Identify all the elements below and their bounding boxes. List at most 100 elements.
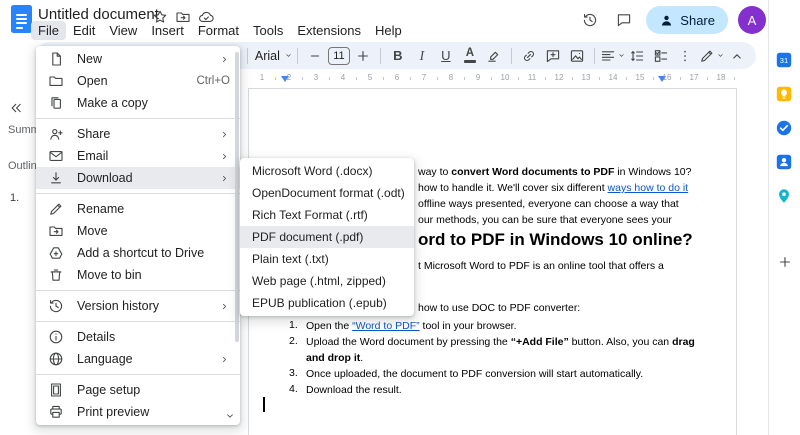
toolbar-divider — [246, 47, 248, 64]
ruler-tick — [572, 77, 573, 80]
contacts-button[interactable] — [775, 152, 795, 172]
file-menu-item-email[interactable]: Email — [36, 145, 240, 167]
doc-text: way to — [418, 166, 452, 178]
tasks-button[interactable] — [775, 118, 795, 138]
font-family-selector[interactable]: Arial — [254, 44, 291, 67]
ruler-tick — [518, 77, 519, 80]
more-options-button[interactable] — [674, 44, 696, 67]
menubar-item-edit[interactable]: Edit — [66, 21, 102, 40]
underline-button[interactable]: U — [435, 44, 457, 67]
ruler-number: 18 — [716, 73, 726, 82]
calendar-button[interactable]: 31 — [775, 50, 795, 70]
folder-icon — [49, 76, 63, 86]
file-menu-item-language[interactable]: Language — [36, 348, 240, 370]
insert-link-button[interactable] — [518, 44, 540, 67]
decrease-font-size-button[interactable] — [304, 44, 326, 67]
ruler-tick — [626, 77, 627, 80]
ruler-number: 15 — [635, 73, 645, 82]
download-option-plain-text-txt[interactable]: Plain text (.txt) — [240, 248, 414, 270]
menu-item-label: Page setup — [77, 383, 141, 397]
pencil-icon — [701, 50, 713, 62]
doc-link[interactable]: ways how to do it — [608, 182, 689, 194]
menu-item-label: Open — [77, 74, 108, 88]
version-history-button[interactable] — [578, 8, 602, 32]
menu-item-label: Share — [77, 127, 111, 141]
download-option-opendocument-format-odt[interactable]: OpenDocument format (.odt) — [240, 182, 414, 204]
menu-scroll-down-button[interactable] — [223, 409, 237, 423]
docs-logo[interactable] — [11, 5, 32, 33]
download-icon — [51, 172, 61, 184]
file-menu-item-move[interactable]: Move — [36, 220, 240, 242]
ruler-number: 10 — [500, 73, 510, 82]
maps-icon — [779, 189, 789, 203]
checklist-button[interactable] — [650, 44, 672, 67]
share-button[interactable]: Share — [646, 6, 728, 34]
email-icon — [49, 151, 63, 161]
doc-text-line: way to convert Word documents to PDF in … — [418, 165, 691, 179]
keep-button[interactable] — [775, 84, 795, 104]
menubar-item-format[interactable]: Format — [191, 21, 246, 40]
toolbar-divider — [379, 47, 381, 64]
doc-text: how to handle it. We'll cover six differ… — [418, 182, 608, 194]
file-menu-item-move-to-bin[interactable]: Move to bin — [36, 264, 240, 286]
account-avatar[interactable]: A — [738, 6, 766, 34]
file-menu-item-open[interactable]: Open Ctrl+O — [36, 70, 240, 92]
bold-button[interactable]: B — [387, 44, 409, 67]
menubar-item-tools[interactable]: Tools — [246, 21, 290, 40]
file-menu-item-rename[interactable]: Rename — [36, 198, 240, 220]
menubar-item-file[interactable]: File — [31, 21, 66, 40]
ruler-number: 1 — [259, 73, 265, 82]
menubar-item-help[interactable]: Help — [368, 21, 409, 40]
text-color-button[interactable]: A — [459, 44, 481, 67]
menubar-item-view[interactable]: View — [102, 21, 144, 40]
download-option-epub-publication-epub[interactable]: EPUB publication (.epub) — [240, 292, 414, 314]
collapse-outline-button[interactable] — [4, 96, 28, 120]
align-button[interactable] — [601, 44, 625, 67]
side-panel: 31 — [768, 0, 800, 435]
menubar-item-insert[interactable]: Insert — [144, 21, 191, 40]
maps-button[interactable] — [775, 186, 795, 206]
insert-image-button[interactable] — [566, 44, 588, 67]
ruler-number: 8 — [448, 73, 454, 82]
menu-item-label: Move to bin — [77, 268, 142, 282]
highlight-color-button[interactable] — [483, 44, 505, 67]
menu-scrollbar[interactable] — [235, 52, 239, 342]
file-menu-item-version-history[interactable]: Version history — [36, 295, 240, 317]
outline-item[interactable]: 1. — [10, 192, 19, 204]
doc-bold-text: drag — [672, 336, 695, 348]
print-icon — [50, 405, 62, 418]
font-size-input[interactable]: 11 — [327, 46, 350, 65]
doc-heading-line: ord to PDF in Windows 10 online? — [418, 229, 693, 251]
list-number: 4. — [289, 383, 298, 395]
file-menu-item-details[interactable]: Details — [36, 326, 240, 348]
menubar-item-extensions[interactable]: Extensions — [290, 21, 368, 40]
add-comment-button[interactable] — [542, 44, 564, 67]
get-add-ons-button[interactable] — [775, 252, 795, 272]
file-menu-item-download[interactable]: Download — [36, 167, 240, 189]
download-option-web-page-html-zipped[interactable]: Web page (.html, zipped) — [240, 270, 414, 292]
doc-bold-text: “+Add File” — [510, 336, 569, 348]
increase-font-size-button[interactable] — [352, 44, 374, 67]
editing-mode-button[interactable] — [700, 44, 724, 67]
ruler-tick — [491, 77, 492, 80]
info-icon — [49, 330, 63, 344]
file-menu-item-page-setup[interactable]: Page setup — [36, 379, 240, 401]
open-comments-button[interactable] — [612, 8, 636, 32]
menu-item-label: Version history — [77, 299, 159, 313]
person-fill-icon — [662, 15, 672, 25]
file-menu-item-make-a-copy[interactable]: Make a copy — [36, 92, 240, 114]
line-spacing-button[interactable] — [626, 44, 648, 67]
italic-button[interactable]: I — [411, 44, 433, 67]
download-option-pdf-document-pdf[interactable]: PDF document (.pdf) — [240, 226, 414, 248]
file-menu-item-add-a-shortcut-to-drive[interactable]: Add a shortcut to Drive — [36, 242, 240, 264]
download-option-microsoft-word-docx[interactable]: Microsoft Word (.docx) — [240, 160, 414, 182]
file-menu-item-new[interactable]: New — [36, 48, 240, 70]
file-menu-item-share[interactable]: Share — [36, 123, 240, 145]
history-icon — [49, 299, 63, 313]
menu-divider — [36, 374, 240, 375]
hide-menus-button[interactable] — [726, 44, 748, 67]
file-menu-item-print-preview[interactable]: Print preview — [36, 401, 240, 423]
download-option-rich-text-format-rtf[interactable]: Rich Text Format (.rtf) — [240, 204, 414, 226]
doc-text: Open the — [306, 320, 353, 332]
doc-link[interactable]: “Word to PDF” — [352, 320, 419, 332]
